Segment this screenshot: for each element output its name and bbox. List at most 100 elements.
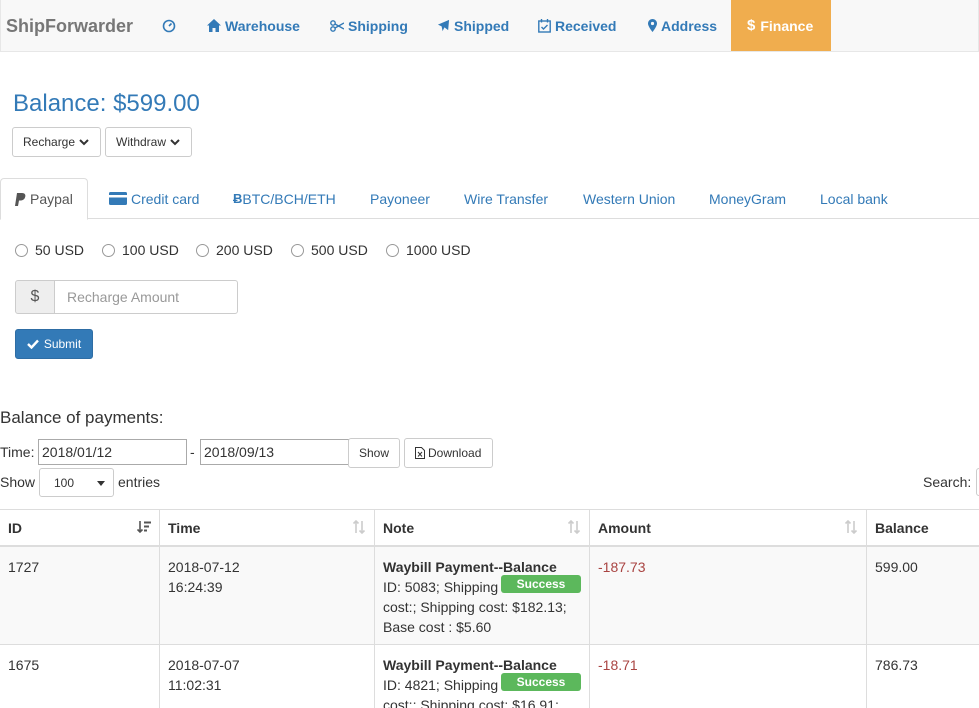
withdraw-label: Withdraw: [116, 135, 167, 149]
page-size-value: 100: [54, 475, 75, 490]
column-header-balance[interactable]: Balance: [866, 510, 979, 546]
calendar-check-icon: [538, 18, 551, 33]
cell-note: Waybill Payment--Balance ID: 4821; Shipp…: [374, 645, 589, 708]
caret-down-icon: [97, 481, 105, 486]
column-header-label: Balance: [875, 520, 929, 536]
cell-balance: 599.00: [866, 547, 979, 644]
radio-circle[interactable]: [386, 243, 399, 257]
home-icon: [207, 19, 221, 32]
bitcoin-icon: Ƀ: [233, 191, 243, 206]
nav-received[interactable]: Received: [538, 0, 616, 51]
dollar-icon: $: [747, 17, 756, 34]
cell-time-text: 11:02:31: [168, 677, 222, 693]
show-button[interactable]: Show: [348, 438, 400, 468]
cell-date-text: 2018-07-12: [168, 559, 240, 575]
amount-option-50[interactable]: 50 USD: [15, 242, 84, 258]
download-button[interactable]: Download: [404, 438, 493, 468]
amount-option-200[interactable]: 200 USD: [196, 242, 273, 258]
radio-circle[interactable]: [196, 243, 209, 257]
plane-icon: [437, 19, 450, 32]
cell-id: 1727: [8, 559, 40, 575]
cell-amount: -18.71: [589, 645, 866, 708]
tab-local-bank-label: Local bank: [820, 190, 888, 207]
column-header-time[interactable]: Time: [159, 510, 374, 546]
nav-warehouse-label: Warehouse: [225, 17, 300, 34]
tab-local-bank[interactable]: Local bank: [820, 178, 888, 219]
radio-circle[interactable]: [15, 243, 28, 257]
column-header-label: Note: [383, 520, 415, 536]
cell-amount: -187.73: [589, 547, 866, 644]
radio-circle[interactable]: [291, 243, 304, 257]
table-header: ID Time Note Amount Balance: [0, 509, 979, 547]
nav-address[interactable]: Address: [648, 0, 717, 51]
check-icon: [26, 339, 39, 349]
tab-crypto[interactable]: Ƀ BTC/BCH/ETH: [233, 178, 336, 219]
status-badge: Success: [501, 673, 581, 691]
status-badge: Success: [501, 575, 581, 593]
note-line: Base cost : $5.60: [383, 619, 492, 635]
paypal-icon: [15, 192, 26, 206]
cell-balance: 786.73: [866, 645, 979, 708]
column-header-label: Amount: [598, 520, 651, 536]
tab-wire-transfer[interactable]: Wire Transfer: [464, 178, 548, 219]
sort-both-icon: [352, 520, 366, 534]
sort-both-icon: [567, 520, 581, 534]
dashboard-icon: [162, 19, 176, 32]
nav-finance[interactable]: $ Finance: [731, 0, 831, 51]
amount-option-100[interactable]: 100 USD: [102, 242, 179, 258]
amount-option-label: 100 USD: [122, 242, 179, 258]
note-title: Waybill Payment--Balance: [383, 657, 557, 673]
column-header-label: Time: [168, 520, 201, 536]
amount-option-1000[interactable]: 1000 USD: [386, 242, 471, 258]
top-navbar: ShipForwarder Warehouse Shipping Shipped…: [0, 0, 979, 52]
submit-button[interactable]: Submit: [15, 329, 93, 359]
recharge-dropdown-button[interactable]: Recharge: [12, 127, 101, 157]
column-header-note[interactable]: Note: [374, 510, 589, 546]
tab-credit-card[interactable]: Credit card: [109, 178, 199, 219]
date-separator: -: [190, 444, 195, 460]
excel-file-icon: [415, 447, 425, 459]
tab-crypto-label: BTC/BCH/ETH: [242, 190, 336, 207]
nav-dashboard[interactable]: [162, 0, 180, 51]
nav-received-label: Received: [555, 17, 617, 34]
nav-shipping[interactable]: Shipping: [330, 0, 408, 51]
table-row[interactable]: 1675 2018-07-07 11:02:31 Waybill Payment…: [0, 645, 979, 708]
search-label: Search:: [923, 474, 972, 490]
amount-option-label: 50 USD: [35, 242, 85, 258]
cell-time: 2018-07-07 11:02:31: [159, 645, 374, 708]
payments-section-title: Balance of payments:: [0, 408, 164, 427]
tab-payoneer-label: Payoneer: [370, 190, 430, 207]
tab-moneygram[interactable]: MoneyGram: [709, 178, 786, 219]
tab-paypal-label: Paypal: [30, 191, 73, 207]
amount-option-label: 200 USD: [216, 242, 273, 258]
tab-western-union-label: Western Union: [583, 190, 676, 207]
sort-desc-icon: [137, 521, 151, 534]
tab-western-union[interactable]: Western Union: [583, 178, 675, 219]
tab-payoneer[interactable]: Payoneer: [370, 178, 430, 219]
page-size-select[interactable]: 100: [39, 468, 114, 497]
nav-finance-label: Finance: [760, 17, 814, 34]
nav-shipped[interactable]: Shipped: [437, 0, 509, 51]
column-header-id[interactable]: ID: [0, 510, 159, 546]
recharge-amount-input[interactable]: [54, 280, 238, 314]
download-button-label: Download: [428, 446, 482, 460]
table-row[interactable]: 1727 2018-07-12 16:24:39 Waybill Payment…: [0, 547, 979, 645]
brand-logo[interactable]: ShipForwarder: [6, 16, 133, 37]
time-label: Time:: [0, 444, 35, 460]
sort-both-icon: [844, 520, 858, 534]
tab-paypal[interactable]: Paypal: [0, 178, 88, 220]
date-from-input[interactable]: [38, 439, 187, 465]
amount-option-label: 1000 USD: [406, 242, 471, 258]
entries-label: entries: [118, 474, 161, 490]
nav-warehouse[interactable]: Warehouse: [207, 0, 300, 51]
nav-address-label: Address: [661, 17, 718, 34]
cell-time: 2018-07-12 16:24:39: [159, 547, 374, 644]
withdraw-dropdown-button[interactable]: Withdraw: [105, 127, 192, 157]
note-line: cost:; Shipping cost: $16.91;: [383, 697, 559, 708]
column-header-label: ID: [8, 520, 22, 536]
date-to-input[interactable]: [200, 439, 349, 465]
column-header-amount[interactable]: Amount: [589, 510, 866, 546]
cell-time-text: 16:24:39: [168, 579, 223, 595]
amount-option-500[interactable]: 500 USD: [291, 242, 368, 258]
radio-circle[interactable]: [102, 243, 115, 257]
